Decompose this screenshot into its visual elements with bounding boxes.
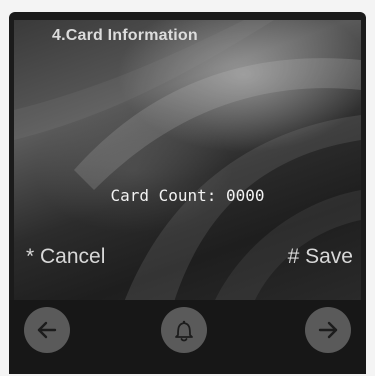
cancel-soft-key[interactable]: * Cancel [26, 245, 105, 269]
save-soft-key[interactable]: # Save [288, 245, 353, 269]
call-button[interactable] [161, 307, 207, 353]
card-count-text: Card Count: 0000 [110, 186, 265, 205]
intercom-device: 4.Card Information Card Count: 0000 * Ca… [0, 0, 375, 376]
display-screen: 4.Card Information Card Count: 0000 * Ca… [14, 20, 361, 302]
forward-button[interactable] [305, 307, 351, 353]
bell-icon [175, 320, 193, 342]
page-title: 4.Card Information [52, 27, 198, 44]
back-button[interactable] [24, 307, 70, 353]
arrow-right-icon [318, 321, 338, 339]
arrow-left-icon [37, 321, 57, 339]
